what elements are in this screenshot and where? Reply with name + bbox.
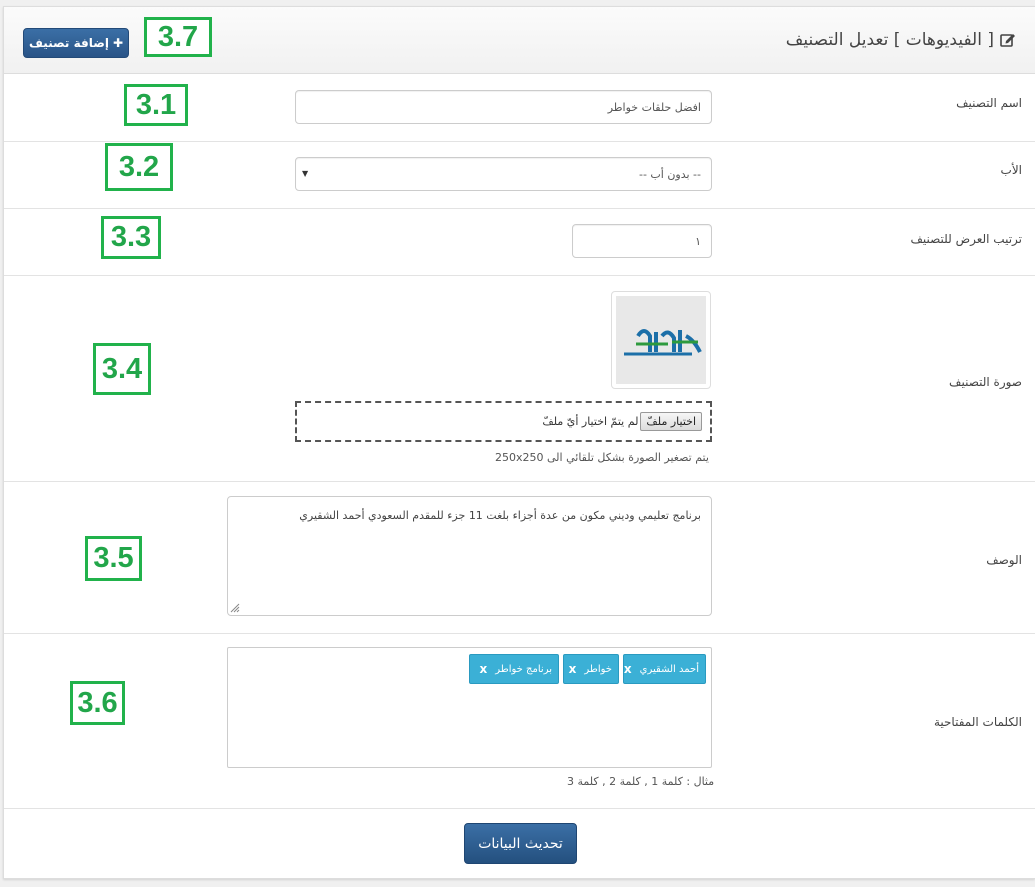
tag-item[interactable]: أحمد الشقيري x [623, 654, 706, 684]
description-label: الوصف [986, 553, 1022, 567]
name-input-value: افضل حلقات خواطر [607, 100, 701, 114]
order-label: ترتيب العرض للتصنيف [910, 232, 1022, 246]
page-title: [ الفيديوهات ] تعديل التصنيف [786, 30, 1016, 52]
resize-handle-icon[interactable] [230, 603, 240, 613]
khawater-logo [616, 296, 706, 384]
tag-label: خواطر [584, 663, 612, 675]
annotation-label: 3.5 [85, 536, 142, 581]
name-input[interactable]: افضل حلقات خواطر [295, 90, 712, 124]
tag-label: برنامج خواطر [495, 663, 552, 675]
annotation-label: 3.1 [124, 84, 188, 126]
keywords-tags-input[interactable]: أحمد الشقيري x خواطر x برنامج خواطر x [227, 647, 712, 768]
annotation-label: 3.4 [93, 343, 151, 395]
annotation-label: 3.3 [101, 216, 161, 259]
parent-label: الأب [1000, 163, 1022, 177]
category-edit-panel: [ الفيديوهات ] تعديل التصنيف ✚ إضافة تصن… [3, 6, 1035, 879]
image-help-text: يتم تصغير الصورة بشكل تلقائي الى 250x250 [495, 451, 709, 464]
no-file-text: لم يتمّ اختيار أيّ ملفّ [542, 415, 639, 428]
parent-select[interactable]: -- بدون أب -- ▼ [295, 157, 712, 191]
plus-icon: ✚ [112, 36, 124, 50]
parent-select-value: -- بدون أب -- [638, 167, 701, 181]
choose-file-button[interactable]: اختيار ملفّ [640, 412, 702, 431]
description-value: برنامج تعليمي وديني مكون من عدة أجزاء بل… [299, 509, 701, 522]
annotation-label: 3.2 [105, 143, 173, 191]
file-upload-area[interactable]: اختيار ملفّ لم يتمّ اختيار أيّ ملفّ [295, 401, 712, 442]
name-label: اسم التصنيف [956, 96, 1022, 110]
category-image-thumbnail [611, 291, 711, 389]
order-input-value: ١ [695, 234, 701, 248]
keywords-help-text: مثال : كلمة 1 , كلمة 2 , كلمة 3 [567, 775, 715, 788]
tag-remove-icon[interactable]: x [624, 662, 632, 676]
tag-remove-icon[interactable]: x [569, 662, 577, 676]
order-input[interactable]: ١ [572, 224, 712, 258]
tag-item[interactable]: برنامج خواطر x [469, 654, 559, 684]
page-title-text: [ الفيديوهات ] تعديل التصنيف [785, 30, 994, 50]
tag-label: أحمد الشقيري [639, 663, 699, 675]
annotation-label: 3.7 [144, 17, 212, 57]
dropdown-arrow-icon: ▼ [302, 169, 309, 178]
edit-icon [1000, 32, 1016, 52]
tag-item[interactable]: خواطر x [563, 654, 619, 684]
annotation-label: 3.6 [70, 681, 125, 725]
image-label: صورة التصنيف [949, 375, 1022, 389]
keywords-label: الكلمات المفتاحية [933, 715, 1022, 729]
description-textarea[interactable]: برنامج تعليمي وديني مكون من عدة أجزاء بل… [227, 496, 712, 616]
update-data-button[interactable]: تحديث البيانات [464, 823, 577, 864]
tag-remove-icon[interactable]: x [480, 662, 488, 676]
add-category-label: إضافة تصنيف [29, 36, 109, 50]
add-category-button[interactable]: ✚ إضافة تصنيف [23, 28, 129, 58]
